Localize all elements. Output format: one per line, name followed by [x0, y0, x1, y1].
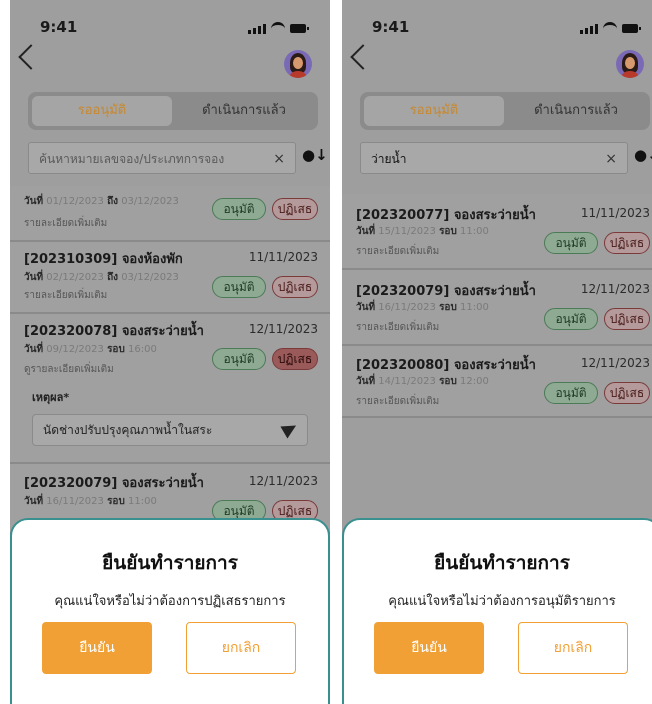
- phone-screen-approve: 9:41 รออนุมัติ ดำเนินการแล้ว ว่ายน้ำ × ●…: [342, 0, 652, 704]
- list-item[interactable]: [202320079] จองสระว่ายน้ำ 12/11/2023 วัน…: [342, 270, 652, 346]
- confirm-dialog: ยืนยันทำรายการ คุณแน่ใจหรือไม่ว่าต้องการ…: [10, 518, 330, 704]
- item-dates: วันที่ 15/11/2023 รอบ 11:00: [356, 226, 489, 237]
- item-title: [202320077] จองสระว่ายน้ำ: [356, 208, 536, 223]
- details-link[interactable]: รายละเอียดเพิ่มเติม: [24, 288, 107, 303]
- tab-bar: รออนุมัติ ดำเนินการแล้ว: [360, 92, 650, 130]
- status-icons: [580, 22, 641, 35]
- avatar[interactable]: [284, 50, 312, 78]
- item-dates: วันที่ 01/12/2023 ถึง 03/12/2023: [24, 196, 179, 207]
- item-title: [202320078] จองสระว่ายน้ำ: [24, 324, 204, 339]
- item-title: [202320079] จองสระว่ายน้ำ: [24, 476, 204, 491]
- confirm-button[interactable]: ยืนยัน: [42, 622, 152, 674]
- cancel-button[interactable]: ยกเลิก: [518, 622, 628, 674]
- dialog-title: ยืนยันทำรายการ: [434, 552, 570, 574]
- reason-input[interactable]: นัดช่างปรับปรุงคุณภาพน้ำในสระ: [32, 414, 308, 446]
- list-item[interactable]: [202310309] จองห้องพัก 11/11/2023 วันที่…: [10, 242, 330, 314]
- approve-button[interactable]: อนุมัติ: [212, 276, 266, 298]
- search-input[interactable]: ค้นหาหมายเลขจอง/ประเภทการจอง ×: [28, 142, 296, 174]
- dialog-message: คุณแน่ใจหรือไม่ว่าต้องการปฏิเสธรายการ: [54, 594, 286, 609]
- search-input[interactable]: ว่ายน้ำ ×: [360, 142, 628, 174]
- tab-bar: รออนุมัติ ดำเนินการแล้ว: [28, 92, 318, 130]
- item-dates: วันที่ 09/12/2023 รอบ 16:00: [24, 344, 157, 355]
- cancel-button[interactable]: ยกเลิก: [186, 622, 296, 674]
- list-item[interactable]: [202320077] จองสระว่ายน้ำ 11/11/2023 วัน…: [342, 194, 652, 270]
- status-icons: [248, 22, 309, 35]
- tab-done[interactable]: ดำเนินการแล้ว: [506, 92, 646, 130]
- reject-button[interactable]: ปฏิเสธ: [272, 276, 318, 298]
- tab-pending[interactable]: รออนุมัติ: [364, 96, 504, 126]
- approve-button[interactable]: อนุมัติ: [544, 382, 598, 404]
- approve-button[interactable]: อนุมัติ: [544, 308, 598, 330]
- battery-icon: [290, 24, 309, 33]
- battery-icon: [622, 24, 641, 33]
- sort-icon[interactable]: ●↓: [302, 146, 328, 164]
- item-title: [202320080] จองสระว่ายน้ำ: [356, 358, 536, 373]
- clear-icon[interactable]: ×: [273, 143, 285, 175]
- tab-done[interactable]: ดำเนินการแล้ว: [174, 92, 314, 130]
- item-date: 12/11/2023: [248, 474, 318, 488]
- list-item[interactable]: [202320080] จองสระว่ายน้ำ 12/11/2023 วัน…: [342, 346, 652, 418]
- dialog-title: ยืนยันทำรายการ: [102, 552, 238, 574]
- item-title: [202320079] จองสระว่ายน้ำ: [356, 284, 536, 299]
- reason-label: เหตุผล*: [32, 391, 70, 404]
- details-link[interactable]: รายละเอียดเพิ่มเติม: [356, 394, 439, 409]
- reject-button[interactable]: ปฏิเสธ: [604, 232, 650, 254]
- reject-button[interactable]: ปฏิเสธ: [604, 308, 650, 330]
- item-dates: วันที่ 16/11/2023 รอบ 11:00: [356, 302, 489, 313]
- reject-button[interactable]: ปฏิเสธ: [272, 198, 318, 220]
- details-link[interactable]: รายละเอียดเพิ่มเติม: [356, 320, 439, 335]
- tab-pending[interactable]: รออนุมัติ: [32, 96, 172, 126]
- confirm-button[interactable]: ยืนยัน: [374, 622, 484, 674]
- clear-icon[interactable]: ×: [605, 143, 617, 175]
- list-item[interactable]: [202320078] จองสระว่ายน้ำ 12/11/2023 วัน…: [10, 314, 330, 464]
- wifi-icon: [271, 22, 285, 35]
- item-dates: วันที่ 14/11/2023 รอบ 12:00: [356, 376, 489, 387]
- approve-button[interactable]: อนุมัติ: [212, 348, 266, 370]
- signal-icon: [580, 23, 598, 34]
- confirm-dialog: ยืนยันทำรายการ คุณแน่ใจหรือไม่ว่าต้องการ…: [342, 518, 652, 704]
- sort-icon[interactable]: ●↓: [634, 146, 652, 164]
- phone-screen-reject: 9:41 รออนุมัติ ดำเนินการแล้ว ค้นหาหมายเล…: [10, 0, 330, 704]
- approve-button[interactable]: อนุมัติ: [544, 232, 598, 254]
- details-link[interactable]: ดูรายละเอียดเพิ่มเติม: [24, 362, 114, 377]
- signal-icon: [248, 23, 266, 34]
- item-dates: วันที่ 16/11/2023 รอบ 11:00: [24, 496, 157, 507]
- search-placeholder: ค้นหาหมายเลขจอง/ประเภทการจอง: [39, 152, 225, 166]
- avatar[interactable]: [616, 50, 644, 78]
- back-arrow-icon[interactable]: [18, 44, 44, 70]
- approve-button[interactable]: อนุมัติ: [212, 198, 266, 220]
- item-date: 12/11/2023: [580, 282, 650, 296]
- status-time: 9:41: [40, 18, 78, 36]
- status-time: 9:41: [372, 18, 410, 36]
- details-link[interactable]: รายละเอียดเพิ่มเติม: [24, 216, 107, 231]
- search-value: ว่ายน้ำ: [371, 152, 407, 166]
- send-icon[interactable]: [280, 419, 300, 439]
- item-date: 11/11/2023: [248, 250, 318, 264]
- reject-button[interactable]: ปฏิเสธ: [604, 382, 650, 404]
- item-date: 11/11/2023: [580, 206, 650, 220]
- item-title: [202310309] จองห้องพัก: [24, 252, 183, 267]
- back-arrow-icon[interactable]: [350, 44, 376, 70]
- list-item[interactable]: วันที่ 01/12/2023 ถึง 03/12/2023 รายละเอ…: [10, 186, 330, 242]
- details-link[interactable]: รายละเอียดเพิ่มเติม: [356, 244, 439, 259]
- item-date: 12/11/2023: [248, 322, 318, 336]
- reason-value: นัดช่างปรับปรุงคุณภาพน้ำในสระ: [43, 423, 213, 437]
- item-dates: วันที่ 02/12/2023 ถึง 03/12/2023: [24, 272, 179, 283]
- item-date: 12/11/2023: [580, 356, 650, 370]
- wifi-icon: [603, 22, 617, 35]
- reject-button[interactable]: ปฏิเสธ: [272, 348, 318, 370]
- dialog-message: คุณแน่ใจหรือไม่ว่าต้องการอนุมัติรายการ: [388, 594, 616, 609]
